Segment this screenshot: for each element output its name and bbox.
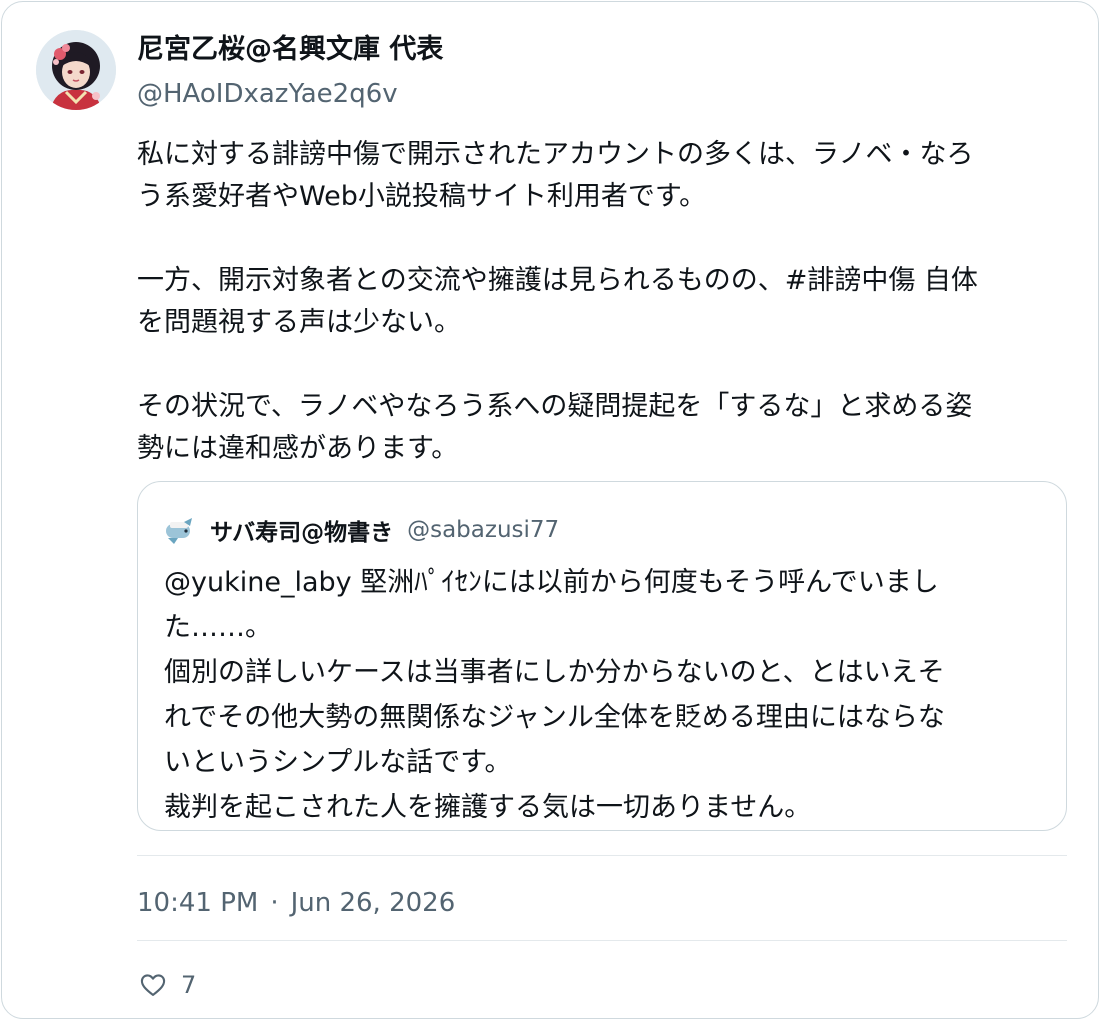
- tweet-text-line: う系愛好者やWeb小説投稿サイト利用者です。: [137, 181, 707, 212]
- divider: [137, 940, 1067, 941]
- like-count: 7: [181, 971, 197, 999]
- tweet-text-line: 私に対する誹謗中傷で開示されたアカウントの多くは、ラノベ・なろ: [137, 139, 974, 170]
- divider: [137, 855, 1067, 856]
- tweet-text-line: 勢には違和感があります。: [137, 433, 459, 464]
- quoted-tweet[interactable]: サバ寿司@物書き @sabazusi77 @yukine_laby 堅洲ﾊﾟｲｾ…: [137, 481, 1067, 831]
- quoted-text-line: @yukine_laby 堅洲ﾊﾟｲｾﾝには以前から何度もそう呼んでいまし: [164, 567, 939, 598]
- tweet-text-line: その状況で、ラノベやなろう系への疑問提起を「するな」と求める姿: [137, 391, 973, 422]
- quoted-author-handle[interactable]: @sabazusi77: [407, 517, 559, 543]
- like-button[interactable]: 7: [139, 965, 196, 1005]
- heart-outline-icon[interactable]: [139, 971, 167, 999]
- tweet-time: 10:41 PM: [137, 888, 259, 918]
- author-name[interactable]: 尼宮乙桜@名興文庫 代表: [137, 32, 443, 68]
- tweet-card: 尼宮乙桜@名興文庫 代表 @HAoIDxazYae2q6v 私に対する誹謗中傷で…: [1, 1, 1099, 1019]
- tweet-text-line: 一方、開示対象者との交流や擁護は見られるものの、#誹謗中傷 自体: [137, 265, 978, 296]
- quoted-tweet-text: @yukine_laby 堅洲ﾊﾟｲｾﾝには以前から何度もそう呼んでいまし た……: [164, 560, 1044, 830]
- quoted-text-line: た……。: [164, 612, 272, 643]
- timestamp-separator: ·: [270, 888, 279, 918]
- avatar-illustration-icon: [36, 30, 116, 110]
- quoted-text-line: 裁判を起こされた人を擁護する気は一切ありません。: [164, 792, 812, 823]
- tweet-text: 私に対する誹謗中傷で開示されたアカウントの多くは、ラノベ・なろ う系愛好者やWe…: [137, 134, 1072, 470]
- quoted-text-line: いというシンプルな話です。: [164, 747, 512, 778]
- tweet-date: Jun 26, 2026: [290, 888, 456, 918]
- quoted-text-line: 個別の詳しいケースは当事者にしか分からないのと、とはいえそ: [164, 657, 945, 688]
- author-avatar[interactable]: [36, 30, 116, 110]
- quoted-tweet-header: サバ寿司@物書き @sabazusi77: [164, 510, 559, 550]
- quoted-author-avatar-icon[interactable]: [164, 514, 196, 546]
- author-handle[interactable]: @HAoIDxazYae2q6v: [137, 76, 398, 112]
- quoted-author-name[interactable]: サバ寿司@物書き: [210, 513, 393, 547]
- tweet-text-line: を問題視する声は少ない。: [137, 307, 461, 338]
- quoted-text-line: れでその他大勢の無関係なジャンル全体を貶める理由にはならな: [164, 702, 945, 733]
- tweet-timestamp[interactable]: 10:41 PM · Jun 26, 2026: [137, 885, 455, 921]
